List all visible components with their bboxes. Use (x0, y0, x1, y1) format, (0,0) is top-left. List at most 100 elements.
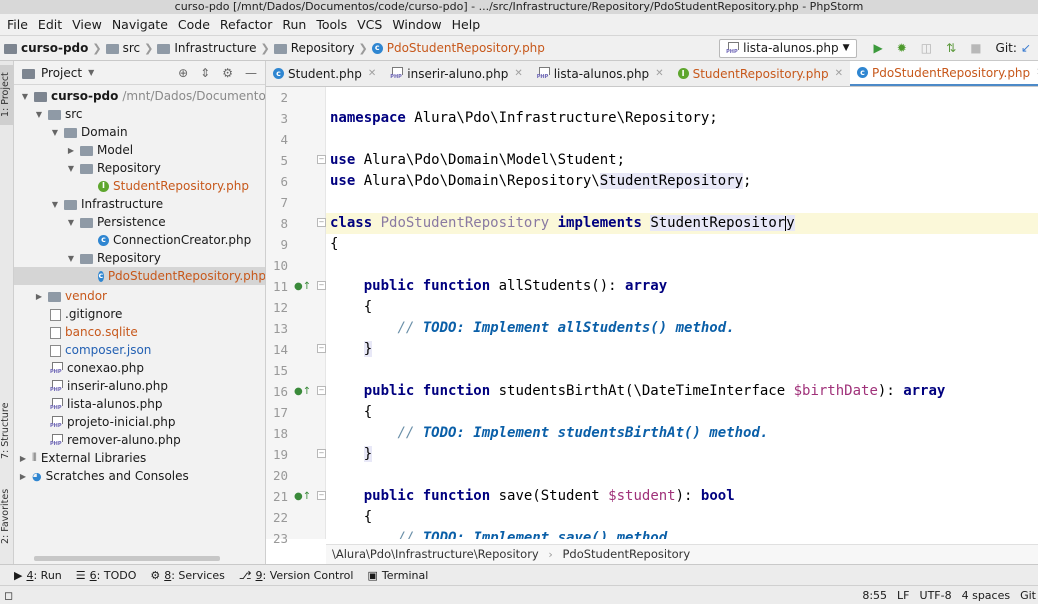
tree-item-pdo-student-repository[interactable]: c PdoStudentRepository.php (14, 267, 265, 285)
minimize-icon[interactable]: — (245, 66, 257, 80)
close-icon[interactable]: ✕ (514, 68, 522, 79)
fold-icon[interactable]: − (317, 281, 326, 290)
menu-view[interactable]: View (67, 17, 107, 32)
menu-window[interactable]: Window (387, 17, 446, 32)
tree-item-infrastructure[interactable]: ▼ Infrastructure (50, 195, 163, 213)
tree-item-scratches[interactable]: ▶ ◕ Scratches and Consoles (18, 467, 189, 485)
tab-inserir-aluno[interactable]: inserir-aluno.php✕ (383, 61, 529, 86)
status-layout-icon[interactable]: ◻ (4, 589, 13, 602)
stop-icon[interactable]: ■ (970, 41, 981, 55)
breadcrumb-infrastructure[interactable]: Infrastructure (153, 41, 260, 55)
menu-run[interactable]: Run (277, 17, 311, 32)
code-area[interactable]: namespace Alura\Pdo\Infrastructure\Repos… (326, 87, 1038, 539)
tree-item-connection-creator[interactable]: c ConnectionCreator.php (98, 231, 251, 249)
debug-icon[interactable]: ✹ (897, 41, 907, 55)
close-icon[interactable]: ✕ (655, 68, 663, 79)
structure-tool-tab[interactable]: 7: Structure (0, 396, 14, 466)
tree-item-inserir-aluno[interactable]: inserir-aluno.php (50, 377, 168, 395)
run-icon[interactable]: ▶ (874, 41, 883, 55)
fold-icon[interactable]: − (317, 344, 326, 353)
chevron-right-icon: ❯ (144, 41, 154, 55)
indent-setting[interactable]: 4 spaces (962, 589, 1011, 602)
fold-icon[interactable]: − (317, 491, 326, 500)
horizontal-scrollbar[interactable] (34, 556, 220, 561)
profile-icon[interactable]: ⇅ (946, 41, 956, 55)
folder-icon (80, 164, 93, 174)
breadcrumb-repository[interactable]: Repository (270, 41, 359, 55)
menu-edit[interactable]: Edit (33, 17, 67, 32)
tool-tab-terminal[interactable]: ▣ Terminal (367, 569, 428, 582)
tool-tab-todo[interactable]: ☰ 6: TODO (76, 569, 137, 582)
tree-item-src[interactable]: ▼ src (34, 105, 83, 123)
tree-item-vendor[interactable]: ▶ vendor (34, 287, 107, 305)
implements-method-icon[interactable]: ●↑ (294, 381, 311, 402)
tree-item-domain[interactable]: ▼ Domain (50, 123, 128, 141)
tree-item-infra-repository[interactable]: ▼ Repository (66, 249, 161, 267)
tab-student-repository[interactable]: I StudentRepository.php ✕ (671, 61, 850, 86)
code-line: // TODO: Implement allStudents() method. (397, 320, 735, 336)
tree-item-domain-repository[interactable]: ▼ Repository (66, 159, 161, 177)
editor-breadcrumb-namespace[interactable]: \Alura\Pdo\Infrastructure\Repository (332, 547, 539, 561)
menu-tools[interactable]: Tools (311, 17, 352, 32)
php-file-icon (50, 379, 63, 393)
tool-tab-version-control[interactable]: ⎇ 9: Version Control (239, 569, 354, 582)
breadcrumb-project[interactable]: curso-pdo (0, 41, 92, 55)
tab-student[interactable]: c Student.php ✕ (266, 61, 383, 86)
tree-item-student-repository[interactable]: I StudentRepository.php (98, 177, 249, 195)
tab-lista-alunos[interactable]: lista-alunos.php✕ (530, 61, 671, 86)
editor-breadcrumb-class[interactable]: PdoStudentRepository (562, 547, 690, 561)
menu-vcs[interactable]: VCS (352, 17, 387, 32)
locate-icon[interactable]: ⊕ (178, 66, 188, 80)
menu-file[interactable]: File (2, 17, 33, 32)
chevron-down-icon[interactable]: ▼ (88, 68, 94, 77)
fold-icon[interactable]: − (317, 449, 326, 458)
code-line: use Alura\Pdo\Domain\Model\Student; (330, 152, 626, 168)
vcs-status[interactable]: Git (1020, 589, 1036, 602)
caret-position[interactable]: 8:55 (862, 589, 887, 602)
fold-icon[interactable]: − (317, 155, 326, 164)
menu-refactor[interactable]: Refactor (215, 17, 277, 32)
favorites-tool-tab[interactable]: 2: Favorites (0, 481, 14, 551)
php-file-icon (50, 415, 63, 429)
gear-icon[interactable]: ⚙ (222, 66, 233, 80)
folder-icon (157, 44, 171, 54)
breadcrumb-file[interactable]: c PdoStudentRepository.php (368, 41, 549, 55)
run-config-select[interactable]: lista-alunos.php▼ (719, 38, 857, 58)
tree-item-project-root[interactable]: ▼curso-pdo/mnt/Dados/Documentos/co (20, 87, 265, 105)
menu-code[interactable]: Code (173, 17, 215, 32)
tree-item-projeto-inicial[interactable]: projeto-inicial.php (50, 413, 176, 431)
tool-tab-run[interactable]: ▶ 4: Run (14, 569, 62, 582)
chevron-down-icon: ▼ (67, 217, 75, 227)
menu-help[interactable]: Help (447, 17, 486, 32)
folder-icon (105, 44, 119, 54)
tree-item-composer-json[interactable]: composer.json (50, 341, 151, 359)
tool-tab-services[interactable]: ⚙ 8: Services (150, 569, 224, 582)
tree-item-remover-aluno[interactable]: remover-aluno.php (50, 431, 181, 449)
breadcrumb-src[interactable]: src (102, 41, 145, 55)
coverage-icon[interactable]: ◫ (921, 41, 932, 55)
vcs-update-icon[interactable]: ↙ (1021, 41, 1031, 55)
tree-item-gitignore[interactable]: .gitignore (50, 305, 122, 323)
implements-method-icon[interactable]: ●↑ (294, 486, 311, 507)
php-file-icon (50, 397, 63, 411)
tree-item-conexao[interactable]: conexao.php (50, 359, 144, 377)
code-line: } (363, 446, 373, 462)
tree-item-banco-sqlite[interactable]: banco.sqlite (50, 323, 138, 341)
close-icon[interactable]: ✕ (835, 68, 843, 79)
tree-item-persistence[interactable]: ▼ Persistence (66, 213, 166, 231)
project-view-select[interactable]: Project (41, 66, 82, 80)
menu-navigate[interactable]: Navigate (107, 17, 173, 32)
fold-icon[interactable]: − (317, 386, 326, 395)
tab-pdo-student-repository[interactable]: cPdoStudentRepository.php✕ (849, 61, 1038, 86)
file-encoding[interactable]: UTF-8 (920, 589, 952, 602)
line-number: 22 (272, 510, 288, 525)
implements-method-icon[interactable]: ●↑ (294, 276, 311, 297)
line-separator[interactable]: LF (897, 589, 909, 602)
tree-item-external-libraries[interactable]: ▶ ⦀ External Libraries (18, 449, 146, 467)
close-icon[interactable]: ✕ (368, 68, 376, 79)
fold-icon[interactable]: − (317, 218, 326, 227)
collapse-icon[interactable]: ⇕ (200, 66, 210, 80)
tree-item-model[interactable]: ▶ Model (66, 141, 133, 159)
project-tool-tab[interactable]: 1: Project (0, 65, 14, 125)
tree-item-lista-alunos[interactable]: lista-alunos.php (50, 395, 162, 413)
